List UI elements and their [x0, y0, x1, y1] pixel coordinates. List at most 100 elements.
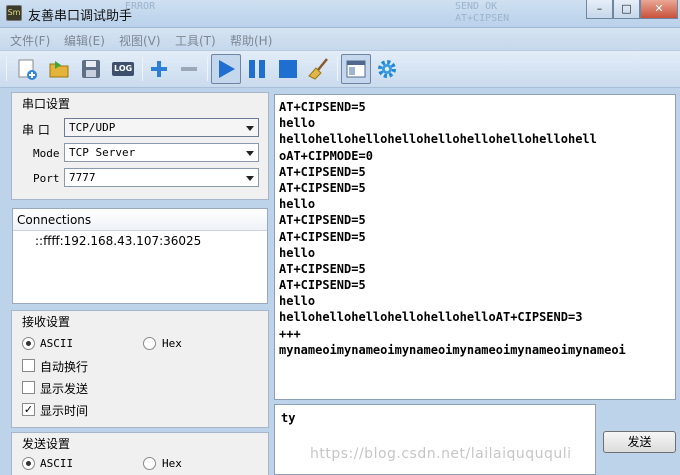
- receive-text-area[interactable]: AT+CIPSEND=5 hello hellohellohellohelloh…: [274, 94, 676, 400]
- background-text: SEND OK: [455, 1, 498, 12]
- show-send-checkbox[interactable]: [22, 381, 35, 394]
- receive-line: hello: [279, 116, 316, 131]
- toolbar-separator: [6, 57, 7, 81]
- close-icon: ✕: [654, 2, 664, 15]
- start-button[interactable]: [211, 54, 241, 84]
- save-icon: [82, 60, 100, 78]
- log-button[interactable]: LOG: [108, 54, 138, 84]
- save-button[interactable]: [76, 54, 106, 84]
- maximize-button[interactable]: □: [613, 0, 640, 19]
- port-number-input[interactable]: 7777: [64, 168, 259, 187]
- receive-line: AT+CIPSEND=5: [279, 213, 366, 228]
- recv-hex-label: Hex: [162, 337, 182, 350]
- minus-icon: [181, 67, 197, 71]
- clear-button[interactable]: [304, 54, 334, 84]
- mode-value: TCP Server: [69, 146, 136, 159]
- log-label: LOG: [114, 64, 133, 73]
- watermark: https://blog.csdn.net/lailaiquququli: [310, 446, 572, 462]
- broom-icon: [308, 58, 328, 80]
- recv-ascii-radio[interactable]: [22, 337, 35, 350]
- pause-button[interactable]: [242, 54, 272, 84]
- receive-line: AT+CIPSEND=5: [279, 278, 366, 293]
- plus-icon: [151, 61, 167, 77]
- minimize-button[interactable]: –: [586, 0, 613, 19]
- new-file-icon: [18, 59, 37, 80]
- toolbar: LOG: [0, 50, 680, 88]
- receive-line: hello: [279, 245, 316, 260]
- send-hex-radio[interactable]: [143, 457, 156, 470]
- list-item[interactable]: ::ffff:192.168.43.107:36025: [13, 231, 267, 251]
- menu-edit[interactable]: 编辑(E): [64, 32, 105, 49]
- menu-file[interactable]: 文件(F): [10, 32, 50, 49]
- add-button[interactable]: [144, 54, 174, 84]
- menu-bar: 文件(F) 编辑(E) 视图(V) 工具(T) 帮助(H): [0, 28, 680, 50]
- chevron-down-icon: [246, 151, 254, 156]
- port-number-value: 7777: [69, 171, 96, 184]
- receive-line: hellohellohellohellohellohelloAT+CIPSEND…: [279, 310, 583, 325]
- gear-icon: [378, 60, 396, 78]
- send-hex-label: Hex: [162, 457, 182, 470]
- open-button[interactable]: [44, 54, 74, 84]
- send-text-area[interactable]: ty: [274, 404, 596, 475]
- chevron-down-icon: [246, 126, 254, 131]
- pause-icon: [249, 60, 265, 78]
- send-settings-panel: 发送设置 ASCII Hex: [11, 432, 269, 475]
- open-folder-icon: [49, 61, 69, 78]
- window-title: 友善串口调试助手: [28, 9, 133, 24]
- background-text: ERROR: [125, 1, 156, 12]
- receive-line: hello: [279, 294, 316, 309]
- receive-line: AT+CIPSEND=5: [279, 164, 366, 179]
- play-icon: [219, 60, 235, 78]
- minimize-icon: –: [596, 2, 603, 15]
- menu-help[interactable]: 帮助(H): [230, 32, 272, 49]
- connections-header: Connections: [13, 209, 267, 231]
- recv-ascii-label: ASCII: [40, 337, 74, 350]
- stop-icon: [279, 60, 297, 78]
- toolbar-separator: [207, 57, 208, 81]
- background-text: AT+CIPSEN: [455, 13, 510, 24]
- maximize-icon: □: [621, 2, 632, 15]
- send-ascii-radio[interactable]: [22, 457, 35, 470]
- receive-line: hello: [279, 197, 316, 212]
- receive-line: +++: [279, 326, 301, 341]
- send-settings-title: 发送设置: [22, 437, 71, 451]
- toolbar-separator: [337, 57, 338, 81]
- recv-hex-radio[interactable]: [143, 337, 156, 350]
- port-select[interactable]: TCP/UDP: [64, 118, 259, 137]
- receive-line: AT+CIPSEND=5: [279, 180, 366, 195]
- receive-line: AT+CIPSEND=5: [279, 100, 366, 114]
- settings-button[interactable]: [372, 54, 402, 84]
- window-layout-icon: [346, 60, 366, 78]
- auto-wrap-checkbox[interactable]: [22, 359, 35, 372]
- receive-settings-title: 接收设置: [22, 315, 71, 329]
- menu-tools[interactable]: 工具(T): [175, 32, 216, 49]
- stop-button[interactable]: [273, 54, 303, 84]
- receive-line: AT+CIPSEND=5: [279, 229, 366, 244]
- serial-settings-panel: 串口设置 串 口 TCP/UDP Mode TCP Server Port 77…: [11, 92, 269, 200]
- port-number-label: Port: [33, 172, 60, 185]
- menu-view[interactable]: 视图(V): [119, 32, 161, 49]
- show-time-label: 显示时间: [40, 404, 89, 418]
- send-button[interactable]: 发送: [603, 431, 676, 453]
- show-time-checkbox[interactable]: ✓: [22, 403, 35, 416]
- close-button[interactable]: ✕: [640, 0, 678, 19]
- port-value: TCP/UDP: [69, 121, 116, 134]
- receive-line: mynameoimynameoimynameoimynameoimynameoi…: [279, 342, 626, 357]
- remove-button[interactable]: [174, 54, 204, 84]
- receive-line: oAT+CIPMODE=0: [279, 148, 373, 163]
- receive-line: AT+CIPSEND=5: [279, 261, 366, 276]
- mode-select[interactable]: TCP Server: [64, 143, 259, 162]
- receive-line: hellohellohellohellohellohellohellohello…: [279, 132, 597, 147]
- new-button[interactable]: [12, 54, 42, 84]
- layout-button[interactable]: [341, 54, 371, 84]
- mode-label: Mode: [33, 147, 60, 160]
- app-icon: Sm: [6, 5, 22, 21]
- serial-settings-title: 串口设置: [22, 97, 71, 111]
- show-send-label: 显示发送: [40, 382, 89, 396]
- connections-list[interactable]: Connections ::ffff:192.168.43.107:36025: [12, 208, 268, 304]
- port-label: 串 口: [22, 123, 50, 137]
- chevron-down-icon: [246, 176, 254, 181]
- receive-settings-panel: 接收设置 ASCII Hex 自动换行 显示发送 ✓ 显示时间: [11, 310, 269, 428]
- auto-wrap-label: 自动换行: [40, 360, 89, 374]
- toolbar-separator: [142, 57, 143, 81]
